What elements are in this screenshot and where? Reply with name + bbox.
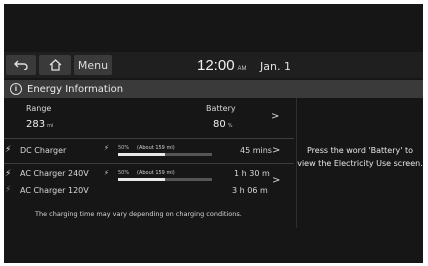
battery-button[interactable]: Battery 80% > <box>189 100 294 136</box>
battery-hint: Press the word 'Battery' to view the Ele… <box>297 146 423 168</box>
clock-ampm: AM <box>237 66 247 72</box>
battery-number: 80 <box>213 119 226 130</box>
ac-240-label: AC Charger 240V <box>20 169 89 178</box>
chevron-right-icon: > <box>272 175 281 186</box>
back-button[interactable] <box>6 55 36 75</box>
dc-target-percent: 50% <box>118 145 130 151</box>
lightning-icon: ⚡ <box>5 185 12 195</box>
battery-label: Battery <box>206 104 236 113</box>
range-label: Range <box>26 104 52 113</box>
battery-value: 80% <box>213 119 233 130</box>
range-unit: mi <box>47 123 54 129</box>
ac-charger-row[interactable]: ⚡ AC Charger 240V ⚡ 50% (About 159 mi) 1… <box>4 164 294 198</box>
date: Jan. 1 <box>260 60 291 73</box>
plug-icon: ⚡ <box>104 169 109 177</box>
ac-120-label: AC Charger 120V <box>20 186 89 195</box>
dc-charge-time: 45 mins <box>240 146 272 155</box>
lightning-icon: ⚡ <box>5 145 12 155</box>
ac-240-time: 1 h 30 m <box>234 169 270 178</box>
clock: 12:00 AM <box>197 57 247 74</box>
range-number: 283 <box>26 119 46 130</box>
ac-charge-bar-fill <box>118 178 165 181</box>
dc-charger-label: DC Charger <box>20 146 67 155</box>
ac-charge-bar <box>118 178 212 181</box>
chevron-right-icon: > <box>271 111 280 122</box>
page-title: Energy Information <box>27 83 124 95</box>
clock-time: 12:00 <box>197 57 235 74</box>
dc-charge-bar-fill <box>118 153 165 156</box>
home-button[interactable] <box>39 55 71 75</box>
dc-charger-row[interactable]: ⚡ DC Charger ⚡ 50% (About 159 mi) 45 min… <box>4 140 294 162</box>
menu-button[interactable]: Menu <box>74 55 112 75</box>
lightning-icon: ⚡ <box>5 169 12 179</box>
ac-about-range: (About 159 mi) <box>137 170 175 176</box>
charging-note: The charging time may vary depending on … <box>35 210 242 218</box>
home-icon <box>49 59 62 71</box>
battery-unit: % <box>227 123 233 129</box>
range-value: 283 mi <box>26 119 53 130</box>
dc-about-range: (About 159 mi) <box>137 145 175 151</box>
ac-120-time: 3 h 06 m <box>232 186 268 195</box>
info-icon: i <box>10 83 22 95</box>
dc-charge-bar <box>118 153 212 156</box>
plug-icon: ⚡ <box>104 144 109 152</box>
head-unit-screen: Menu 12:00 AM Jan. 1 i Energy Information… <box>4 4 423 263</box>
menu-button-label: Menu <box>77 58 109 72</box>
divider <box>4 138 294 139</box>
ac-target-percent: 50% <box>118 170 130 176</box>
chevron-right-icon: > <box>272 145 281 156</box>
section-title-bar: i Energy Information <box>4 80 423 98</box>
back-icon <box>14 60 28 70</box>
